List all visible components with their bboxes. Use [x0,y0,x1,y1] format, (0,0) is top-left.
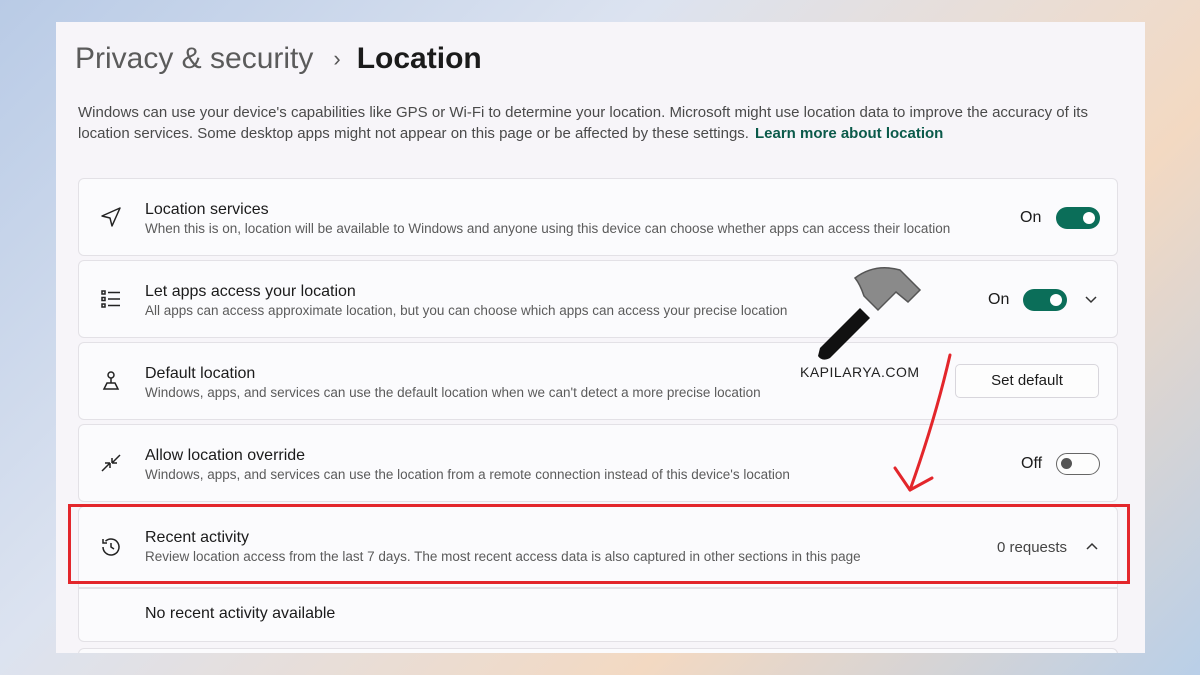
breadcrumb-parent[interactable]: Privacy & security [75,42,313,76]
set-default-button[interactable]: Set default [955,364,1099,398]
highlight-box [68,504,1130,584]
location-override-title: Allow location override [145,447,306,464]
let-apps-card[interactable]: Let apps access your location All apps c… [78,260,1118,338]
recent-activity-panel: No recent activity available [78,588,1118,642]
next-card [78,648,1118,653]
learn-more-link[interactable]: Learn more about location [755,125,943,142]
breadcrumb-chevron-icon: › [333,46,341,71]
location-services-toggle[interactable] [1056,207,1100,229]
let-apps-subtitle: All apps can access approximate location… [145,303,788,318]
default-location-subtitle: Windows, apps, and services can use the … [145,385,761,400]
location-override-state: Off [1021,455,1043,472]
page-title: Location [356,42,482,75]
page-description: Windows can use your device's capabiliti… [78,102,1128,144]
location-services-card: Location services When this is on, locat… [78,178,1118,256]
location-override-subtitle: Windows, apps, and services can use the … [145,467,790,482]
remote-arrows-icon [101,454,121,472]
location-pin-icon [102,371,120,390]
let-apps-toggle[interactable] [1023,289,1067,311]
list-icon [101,290,120,308]
location-services-state: On [1020,209,1042,226]
chevron-down-icon[interactable] [1083,291,1099,307]
location-override-toggle[interactable] [1056,453,1100,475]
navigation-arrow-icon [101,207,121,227]
annotation-arrow [893,353,952,492]
let-apps-state: On [988,291,1010,308]
default-location-title: Default location [145,365,256,382]
location-services-subtitle: When this is on, location will be availa… [145,221,951,236]
no-activity-text: No recent activity available [145,605,336,622]
location-services-title: Location services [145,201,269,218]
breadcrumb: Privacy & security › Location [75,42,482,76]
let-apps-title: Let apps access your location [145,283,356,300]
